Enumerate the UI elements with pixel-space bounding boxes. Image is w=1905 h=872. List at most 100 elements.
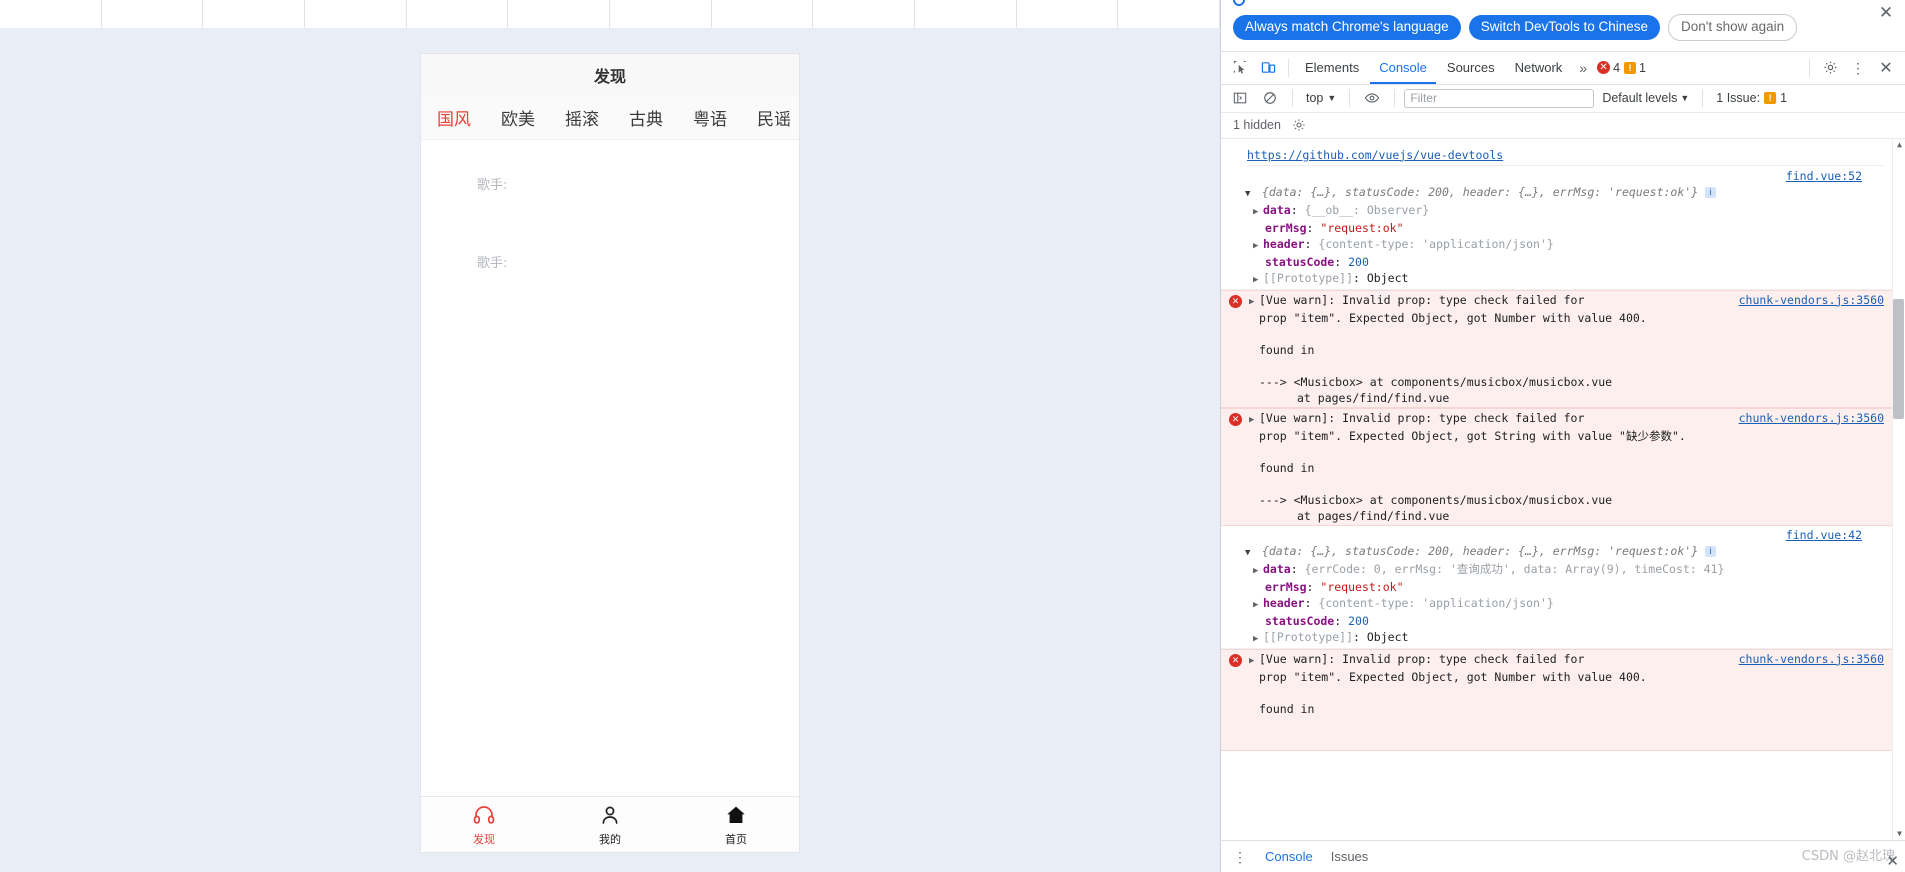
expand-toggle-icon[interactable]: ▶	[1249, 294, 1259, 310]
info-icon[interactable]: i	[1705, 545, 1717, 557]
clear-console-icon[interactable]	[1257, 85, 1283, 111]
gear-icon[interactable]	[1817, 55, 1843, 81]
expand-toggle-icon[interactable]: ▶	[1253, 204, 1263, 220]
grid-column-cell	[203, 0, 305, 28]
source-link[interactable]: find.vue:42	[1231, 527, 1884, 543]
song-artist-label: 歌手:	[477, 256, 508, 271]
tab-console[interactable]: Console	[1370, 52, 1436, 84]
console-error-message[interactable]: ✕ chunk-vendors.js:3560 ▶ [Vue warn]: Inv…	[1221, 407, 1892, 526]
song-list-item[interactable]: 歌手:	[421, 140, 799, 228]
console-toolbar: top ▼ Default levels ▼ 1 Issue: ! 1	[1221, 84, 1905, 113]
chevron-double-right-icon[interactable]: »	[1573, 60, 1593, 76]
object-property-row[interactable]: ▶ [[Prototype]]: Object	[1231, 270, 1884, 288]
close-icon[interactable]: ✕	[1873, 55, 1899, 81]
console-error-message[interactable]: ✕ chunk-vendors.js:3560 ▶ [Vue warn]: Inv…	[1221, 289, 1892, 408]
close-icon[interactable]: ✕	[1886, 852, 1899, 870]
log-levels-value: Default levels	[1602, 91, 1678, 106]
genre-tab-bar[interactable]: 国风 欧美 摇滚 古典 粤语 民谣	[421, 96, 799, 140]
home-icon	[724, 803, 748, 827]
expand-toggle-icon[interactable]: ▶	[1253, 631, 1263, 647]
devtools-panel: ✕ Always match Chrome's language Switch …	[1220, 0, 1905, 872]
object-property-row[interactable]: ▶ data: {errCode: 0, errMsg: '查询成功', data…	[1231, 561, 1884, 579]
expand-toggle-icon[interactable]: ▶	[1253, 597, 1263, 613]
genre-tab-minyao[interactable]: 民谣	[757, 105, 791, 130]
error-badge[interactable]: ✕ 4	[1597, 61, 1620, 75]
object-property-row[interactable]: errMsg: "request:ok"	[1231, 579, 1884, 595]
console-sidebar-icon[interactable]	[1227, 85, 1253, 111]
genre-tab-gudian[interactable]: 古典	[629, 105, 663, 130]
console-error-message[interactable]: ✕ chunk-vendors.js:3560 ▶ [Vue warn]: Inv…	[1221, 648, 1892, 751]
genre-tab-oumei[interactable]: 欧美	[501, 105, 535, 130]
expand-toggle-icon[interactable]: ▶	[1253, 563, 1263, 579]
console-message[interactable]: find.vue:52 ▼ {data: {…}, statusCode: 20…	[1221, 167, 1892, 290]
switch-devtools-chinese-button[interactable]: Switch DevTools to Chinese	[1468, 15, 1661, 40]
genre-tab-guofeng[interactable]: 国风	[437, 105, 471, 130]
console-message[interactable]: find.vue:42 ▼ {data: {…}, statusCode: 20…	[1221, 526, 1892, 649]
close-icon[interactable]: ✕	[1875, 2, 1897, 24]
log-levels-select[interactable]: Default levels ▼	[1598, 91, 1693, 105]
object-property-row[interactable]: ▶ header: {content-type: 'application/jso…	[1231, 236, 1884, 254]
filter-input[interactable]	[1404, 88, 1595, 108]
object-property-row[interactable]: ▶ [[Prototype]]: Object	[1231, 629, 1884, 647]
tabbar-label-discover: 发现	[473, 832, 495, 846]
device-toolbar-icon[interactable]	[1255, 55, 1281, 81]
tabbar-item-home[interactable]: 首页	[673, 797, 799, 852]
genre-tab-yueyu[interactable]: 粤语	[693, 105, 727, 130]
object-property-row[interactable]: statusCode: 200	[1231, 254, 1884, 270]
object-property-row[interactable]: ▶ header: {content-type: 'application/jso…	[1231, 595, 1884, 613]
error-icon: ✕	[1229, 653, 1242, 667]
expand-toggle-icon[interactable]: ▶	[1253, 272, 1263, 288]
info-icon[interactable]: i	[1705, 186, 1717, 198]
always-match-language-button[interactable]: Always match Chrome's language	[1233, 15, 1461, 40]
source-link[interactable]: find.vue:52	[1231, 168, 1884, 184]
object-property-row[interactable]: ▶ data: {__ob__: Observer}	[1231, 202, 1884, 220]
expand-toggle-icon[interactable]: ▼	[1245, 186, 1255, 202]
grid-column-cell	[712, 0, 814, 28]
source-link[interactable]: chunk-vendors.js:3560	[1727, 651, 1884, 667]
console-message-list[interactable]: https://github.com/vuejs/vue-devtools fi…	[1221, 138, 1905, 840]
app-page-title: 发现	[421, 54, 799, 96]
dont-show-again-button[interactable]: Don't show again	[1668, 14, 1798, 41]
object-property-key: errMsg	[1265, 220, 1307, 235]
expand-toggle-icon[interactable]: ▼	[1245, 545, 1255, 561]
console-scrollbar[interactable]: ▲ ▼	[1892, 138, 1905, 840]
song-list-item[interactable]: 歌手:	[421, 228, 799, 296]
object-property-row[interactable]: statusCode: 200	[1231, 613, 1884, 629]
live-expression-icon[interactable]	[1359, 85, 1385, 111]
user-icon	[598, 803, 622, 827]
object-property-value: {content-type: 'application/json'}	[1318, 595, 1554, 610]
tab-sources[interactable]: Sources	[1438, 52, 1504, 84]
tabbar-item-mine[interactable]: 我的	[547, 797, 673, 852]
source-link[interactable]: chunk-vendors.js:3560	[1727, 292, 1884, 308]
drawer-tab-console[interactable]: Console	[1261, 849, 1317, 864]
drawer-tab-issues[interactable]: Issues	[1327, 849, 1373, 864]
expand-toggle-icon[interactable]: ▶	[1253, 238, 1263, 254]
execution-context-select[interactable]: top ▼	[1302, 91, 1340, 105]
app-bottom-tabbar[interactable]: 发现 我的 首页	[421, 796, 799, 852]
song-artist-label: 歌手:	[477, 178, 508, 193]
object-property-row[interactable]: errMsg: "request:ok"	[1231, 220, 1884, 236]
vue-devtools-link[interactable]: https://github.com/vuejs/vue-devtools	[1247, 148, 1503, 162]
hidden-messages-label: 1 hidden	[1233, 118, 1281, 133]
expand-toggle-icon[interactable]: ▶	[1249, 412, 1259, 428]
tab-network[interactable]: Network	[1506, 52, 1572, 84]
warning-badge[interactable]: ! 1	[1624, 61, 1646, 75]
tab-elements[interactable]: Elements	[1296, 52, 1368, 84]
expand-toggle-icon[interactable]: ▶	[1249, 653, 1259, 669]
scroll-down-icon[interactable]: ▼	[1893, 827, 1905, 840]
grid-column-cell	[508, 0, 610, 28]
hidden-messages-row: 1 hidden	[1221, 112, 1905, 139]
issues-counter[interactable]: 1 Issue: ! 1	[1712, 91, 1791, 105]
tabbar-item-discover[interactable]: 发现	[421, 797, 547, 852]
scrollbar-thumb[interactable]	[1893, 298, 1904, 419]
kebab-menu-icon[interactable]: ⋮	[1845, 55, 1871, 81]
source-link[interactable]: chunk-vendors.js:3560	[1727, 410, 1884, 426]
chevron-down-icon: ▼	[1327, 93, 1337, 104]
kebab-menu-icon[interactable]: ⋮	[1229, 850, 1251, 864]
tabbar-label-home: 首页	[725, 832, 747, 846]
gear-icon[interactable]	[1291, 117, 1307, 133]
scroll-up-icon[interactable]: ▲	[1893, 139, 1905, 152]
genre-tab-yaogun[interactable]: 摇滚	[565, 105, 599, 130]
inspect-element-icon[interactable]	[1227, 55, 1253, 81]
console-message[interactable]: https://github.com/vuejs/vue-devtools	[1221, 139, 1892, 167]
